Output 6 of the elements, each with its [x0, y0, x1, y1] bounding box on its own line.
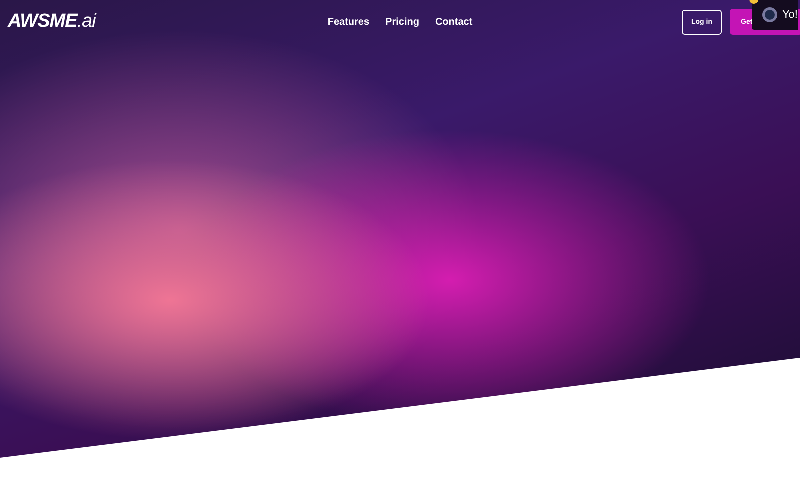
logo[interactable]: AWSME.ai: [8, 11, 96, 33]
nav-link[interactable]: Pricing: [386, 16, 420, 28]
nav-link[interactable]: Contact: [435, 16, 473, 28]
chat-popup[interactable]: Yo!: [752, 0, 798, 33]
avatar-icon: [762, 7, 778, 23]
nav-link[interactable]: Features: [328, 16, 370, 28]
